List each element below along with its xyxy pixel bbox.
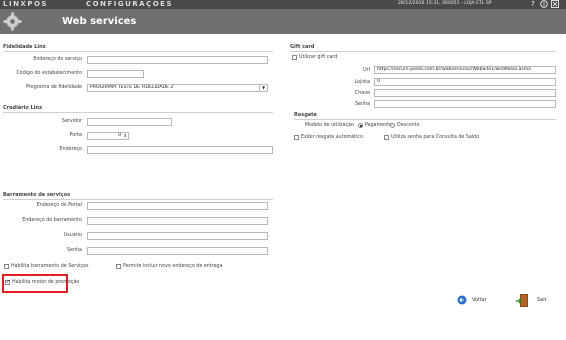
section-barramento-title: Barramento de serviços — [3, 192, 71, 198]
desconto-radio[interactable] — [390, 123, 395, 128]
utilizar-giftcard-label: Utilizar gift card — [299, 55, 338, 60]
sair-button[interactable]: Sair — [516, 293, 548, 308]
endereco-portal-label: Endereço do Portal — [36, 203, 82, 208]
sair-label: Sair — [537, 297, 547, 303]
info-icon[interactable] — [540, 0, 548, 8]
codigo-estabelecimento-label: Código do estabelecimento — [16, 71, 82, 76]
permite-endereco-label: Permite incluir novo endereço de entrega — [123, 264, 223, 269]
url-label: Url — [363, 68, 370, 73]
stepper-arrows-icon[interactable]: ⬍ — [124, 133, 127, 139]
permite-endereco-checkbox[interactable] — [116, 264, 121, 269]
exit-door-icon — [516, 294, 528, 307]
lojista-label: Lojista — [354, 80, 370, 85]
endereco-portal-input[interactable] — [87, 202, 268, 210]
servidor-input[interactable] — [87, 118, 172, 126]
voltar-button[interactable]: Voltar — [457, 295, 491, 305]
utiliza-senha-checkbox[interactable] — [384, 135, 389, 140]
endereco-servico-label: Endereço do serviço — [33, 57, 82, 62]
section-resgate-title: Resgate — [294, 112, 317, 118]
codigo-estabelecimento-input[interactable] — [87, 70, 144, 78]
pagamento-radio[interactable] — [358, 123, 363, 128]
url-input[interactable]: https://secure.peela.com.br/webservice2/… — [374, 66, 556, 74]
habilita-barramento-label: Habilita barramento de Serviços — [11, 264, 89, 269]
divider — [3, 112, 273, 113]
divider — [3, 199, 273, 200]
section-fidelidade-title: Fidelidade Linx — [3, 44, 46, 50]
section-crediario-title: Crediário Linx — [3, 105, 43, 111]
pagamento-label: Pagamento — [365, 123, 393, 128]
voltar-label: Voltar — [472, 297, 487, 303]
close-icon[interactable] — [551, 0, 559, 8]
status-text: 28/12/2016 15:31, 000051 - LOJA ETL SP — [398, 1, 492, 6]
top-bar: LINXPOS CONFIGURAÇÕES 28/12/2016 15:31, … — [0, 0, 566, 9]
utiliza-senha-label: Utiliza senha para Consulta de Saldo — [391, 135, 480, 140]
back-arrow-icon — [457, 295, 467, 305]
motor-promocao-label: Habilita motor de promoção — [12, 280, 80, 285]
divider — [290, 51, 556, 52]
endereco-input[interactable] — [87, 146, 273, 154]
exibir-resgate-checkbox[interactable] — [294, 135, 299, 140]
help-icon[interactable]: ? — [529, 0, 537, 8]
chevron-down-icon[interactable]: ▼ — [259, 85, 267, 91]
app-logo: LINXPOS — [3, 0, 48, 8]
utilizar-giftcard-checkbox[interactable] — [292, 55, 297, 60]
page-title: Web services — [62, 16, 137, 27]
divider — [3, 51, 273, 52]
programa-fidelidade-label: Programa de fidelidade — [26, 85, 82, 90]
habilita-barramento-checkbox[interactable] — [4, 264, 9, 269]
giftcard-senha-input[interactable] — [374, 100, 556, 108]
porta-stepper[interactable]: 0 ⬍ — [87, 132, 129, 140]
gear-icon — [3, 12, 22, 31]
modelo-utilizacao-label: Modelo de utilização — [304, 123, 354, 128]
servidor-label: Servidor — [61, 119, 82, 124]
chave-input[interactable] — [374, 89, 556, 97]
usuario-input[interactable] — [87, 232, 268, 240]
porta-label: Porta — [69, 133, 82, 138]
porta-value: 0 — [118, 133, 121, 138]
usuario-label: Usuário — [63, 233, 82, 238]
senha-input[interactable] — [87, 247, 268, 255]
endereco-barramento-input[interactable] — [87, 217, 268, 225]
divider — [294, 119, 556, 120]
giftcard-senha-label: Senha — [354, 102, 370, 107]
endereco-servico-input[interactable] — [87, 56, 268, 64]
programa-fidelidade-select[interactable]: PROGRAMA TESTE DE FIDELIDADE 2 ▼ — [87, 84, 268, 92]
app-section-title: CONFIGURAÇÕES — [86, 0, 173, 8]
senha-label: Senha — [66, 248, 82, 253]
section-giftcard-title: Gift card — [290, 44, 315, 50]
exibir-resgate-label: Exibir resgate automático — [301, 135, 363, 140]
chave-label: Chave — [354, 91, 370, 96]
endereco-label: Endereço — [59, 147, 82, 152]
motor-promocao-checkbox[interactable]: ✓ — [5, 280, 10, 285]
programa-fidelidade-value: PROGRAMA TESTE DE FIDELIDADE 2 — [90, 85, 174, 90]
endereco-barramento-label: Endereço do barramento — [22, 218, 82, 223]
lojista-input[interactable]: 0 — [374, 78, 556, 86]
desconto-label: Desconto — [397, 123, 420, 128]
